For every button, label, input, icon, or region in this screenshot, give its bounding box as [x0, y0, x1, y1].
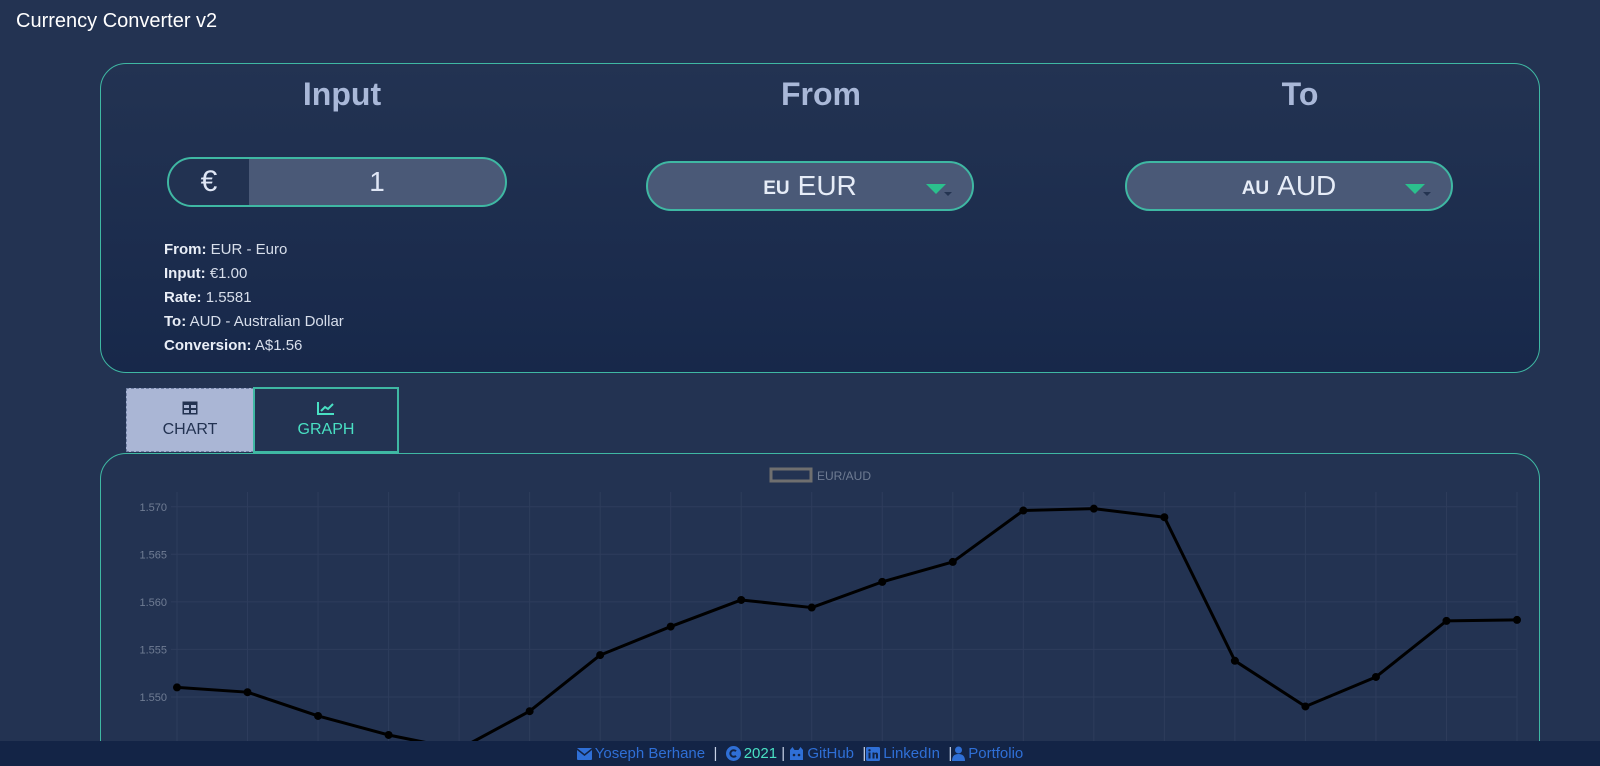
table-icon — [182, 401, 198, 415]
tab-chart[interactable]: CHART — [126, 388, 254, 452]
amount-field[interactable]: 1 — [249, 159, 505, 205]
eu-flag-icon: EU — [763, 178, 790, 199]
data-point — [1230, 656, 1239, 665]
data-point — [1371, 672, 1380, 681]
data-point — [1160, 513, 1169, 522]
input-header: Input — [302, 76, 382, 112]
y-tick-label: 1.555 — [139, 644, 167, 656]
footer-linkedin-link[interactable]: LinkedIn — [883, 745, 940, 762]
graph-panel: 1.570 1.565 1.560 1.555 1.550 EUR/AUD — [100, 453, 1540, 766]
series-line — [176, 507, 1518, 751]
line-chart: 1.570 1.565 1.560 1.555 1.550 EUR/AUD — [139, 467, 1521, 766]
from-header: From — [781, 76, 861, 112]
conversion-details: From: EUR - Euro Input: €1.00 Rate: 1.55… — [164, 238, 344, 358]
linkedin-icon — [866, 746, 881, 761]
y-tick-label: 1.560 — [139, 597, 167, 609]
to-currency-select[interactable]: AU AUD — [1125, 161, 1453, 211]
legend-swatch — [769, 467, 813, 483]
data-point — [314, 711, 323, 720]
legend-label: EUR/AUD — [817, 469, 871, 483]
data-point — [384, 730, 393, 739]
data-point — [1513, 615, 1521, 624]
converter-panel: Input From To € 1 EU EUR AU AUD From: EU… — [100, 63, 1540, 373]
detail-row: To: AUD - Australian Dollar — [164, 313, 344, 330]
data-point — [807, 603, 816, 612]
data-point — [948, 557, 957, 566]
detail-row: Rate: 1.5581 — [164, 289, 252, 306]
amount-input[interactable]: € 1 — [167, 157, 507, 207]
data-point — [1442, 616, 1451, 625]
footer: Yoseph Berhane | 2021 | GitHub | LinkedI… — [0, 741, 1600, 766]
y-tick-label: 1.565 — [139, 549, 167, 561]
user-icon — [952, 746, 966, 761]
app-title: Currency Converter v2 — [16, 10, 218, 32]
tab-graph[interactable]: GRAPH — [253, 387, 399, 453]
footer-github-link[interactable]: GitHub — [807, 745, 854, 762]
chevron-down-icon — [944, 192, 952, 196]
data-point — [1089, 504, 1098, 513]
data-point — [1019, 506, 1028, 515]
data-point — [1301, 702, 1310, 711]
copyright-icon — [725, 746, 741, 761]
detail-row: Input: €1.00 — [164, 265, 248, 282]
detail-row: From: EUR - Euro — [164, 241, 288, 258]
to-currency-code: AUD — [1277, 170, 1337, 201]
y-tick-label: 1.570 — [139, 502, 167, 514]
data-point — [666, 622, 675, 631]
y-tick-label: 1.550 — [139, 692, 167, 704]
dropdown-caret-icon — [1405, 184, 1425, 194]
data-point — [173, 683, 181, 692]
au-flag-icon: AU — [1241, 178, 1270, 199]
data-point — [878, 577, 887, 586]
tab-chart-label: CHART — [162, 421, 218, 438]
data-point — [243, 688, 252, 697]
data-point — [737, 595, 746, 604]
footer-author[interactable]: Yoseph Berhane — [595, 745, 705, 762]
detail-row: Conversion: A$1.56 — [164, 337, 303, 354]
from-currency-select[interactable]: EU EUR — [646, 161, 974, 211]
to-header: To — [1281, 76, 1319, 112]
dropdown-caret-icon — [926, 184, 946, 194]
tab-graph-label: GRAPH — [297, 421, 355, 438]
footer-portfolio-link[interactable]: Portfolio — [968, 745, 1023, 762]
currency-symbol: € — [169, 159, 249, 205]
data-point — [596, 651, 605, 660]
data-point — [525, 707, 534, 716]
footer-year: 2021 — [743, 745, 778, 762]
chevron-down-icon — [1423, 192, 1431, 196]
from-currency-code: EUR — [797, 170, 857, 201]
envelope-icon — [576, 747, 592, 760]
github-icon — [790, 747, 804, 760]
line-chart-icon — [317, 402, 334, 415]
